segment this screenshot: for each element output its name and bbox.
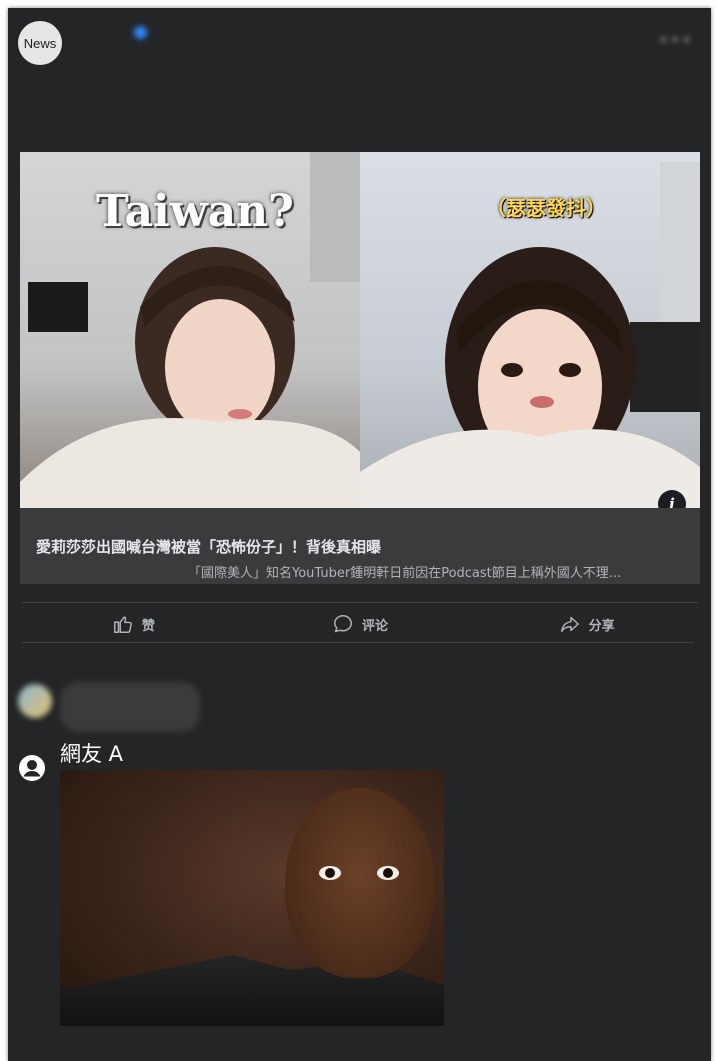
reply-author-name[interactable]: 網友 A [60, 738, 123, 768]
reaction-meme-image[interactable] [60, 770, 444, 1026]
comment-button[interactable]: 评论 [247, 608, 474, 640]
link-thumbnail[interactable]: Taiwan? （瑟瑟發抖） i [20, 152, 700, 508]
share-label: 分享 [588, 618, 615, 634]
page-avatar[interactable]: News [18, 21, 62, 65]
meme-face [285, 788, 435, 978]
link-title[interactable]: 愛莉莎莎出國喊台灣被當「恐怖份子」！背後真相曝 [36, 536, 381, 557]
share-button[interactable]: 分享 [473, 608, 700, 640]
thumbnail-caption-right: （瑟瑟發抖） [486, 196, 606, 220]
action-bar: 赞 评论 分享 [20, 608, 700, 640]
user-avatar-icon[interactable] [18, 754, 46, 782]
verified-badge-icon [134, 26, 147, 39]
meme-right-eye [377, 866, 399, 880]
thumbs-up-icon [113, 616, 132, 633]
post-header: News ••• [8, 8, 711, 126]
comment-label: 评论 [362, 618, 389, 634]
share-icon [560, 616, 579, 633]
thumbnail-right-panel: （瑟瑟發抖） [360, 152, 700, 508]
divider-bottom [22, 642, 694, 643]
more-options-icon[interactable]: ••• [658, 30, 693, 51]
divider-top [22, 602, 698, 603]
link-preview-card[interactable]: Taiwan? （瑟瑟發抖） i 愛莉莎莎出國喊台灣被當「恐怖份子」！背後真相曝… [20, 152, 700, 584]
commenter-avatar[interactable] [18, 684, 52, 718]
comment-icon [334, 615, 352, 633]
link-description[interactable]: 「國際美人」知名YouTuber鍾明軒日前因在Podcast節目上稱外國人不理.… [188, 562, 698, 581]
like-button[interactable]: 赞 [20, 608, 247, 640]
thumbnail-left-panel: Taiwan? [20, 152, 360, 508]
meme-left-eye [319, 866, 341, 880]
comment-bubble [60, 682, 200, 732]
like-label: 赞 [141, 618, 155, 634]
thumbnail-caption-left: Taiwan? [96, 186, 294, 237]
post-card: News ••• Taiwan? （瑟瑟發抖） i 愛莉莎莎出國喊台灣被當「恐怖… [8, 8, 711, 1061]
